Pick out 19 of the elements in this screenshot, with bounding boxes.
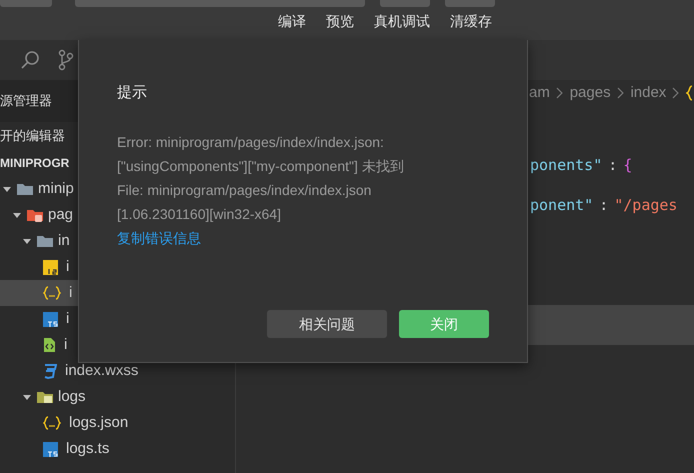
file-name: index.wxss xyxy=(65,360,138,381)
code-line: ponents" : { xyxy=(530,154,634,176)
file-name: i xyxy=(66,308,70,329)
error-message-line: File: miniprogram/pages/index/index.json xyxy=(117,180,372,200)
error-message-line: ["usingComponents"]["my-component"] 未找到 xyxy=(117,156,405,176)
file-name: logs.json xyxy=(69,412,128,433)
file-name: i xyxy=(66,256,70,277)
file-name: i xyxy=(69,282,72,303)
file-name: in xyxy=(58,230,70,251)
file-name: logs xyxy=(58,386,86,407)
file-name: i xyxy=(64,334,68,355)
sidebar-title: 源管理器 xyxy=(0,92,52,110)
error-message-line: Error: miniprogram/pages/index/index.json: xyxy=(117,132,385,152)
file-name: logs.ts xyxy=(66,438,110,459)
code-line: ponent" : "/pages xyxy=(530,194,678,216)
dialog-title: 提示 xyxy=(117,83,148,103)
error-message-line: [1.06.2301160][win32-x64] xyxy=(117,204,282,224)
file-name: minip xyxy=(38,178,74,199)
file-name: pag xyxy=(48,204,74,225)
